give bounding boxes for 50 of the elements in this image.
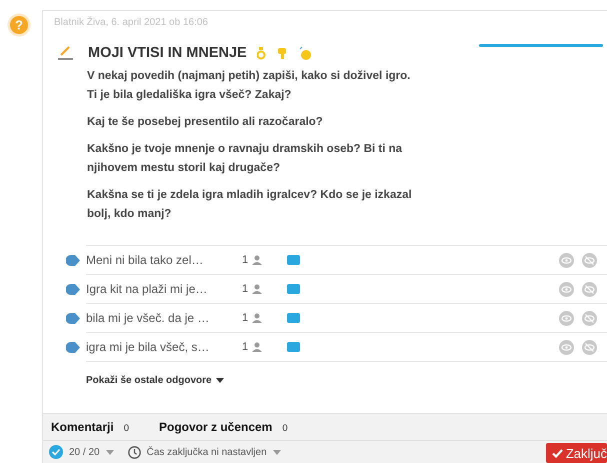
answer-text[interactable]: Igra kit na plaži mi je… — [86, 282, 226, 296]
tag-icon — [66, 342, 80, 352]
help-icon: ? — [7, 13, 31, 37]
user-icon — [252, 342, 262, 352]
eye-icon[interactable] — [559, 252, 574, 268]
answer-count: 1 — [242, 283, 248, 295]
post-title: MOJI VTISI IN MNENJE — [88, 45, 247, 61]
caret-icon[interactable] — [106, 450, 114, 454]
caret-icon[interactable] — [272, 450, 281, 454]
answer-text[interactable]: Meni ni bila tako zel… — [86, 253, 226, 267]
question-text: V nekaj povedih (najmanj petih) zapiši, kako si doživel igro. Ti je bila gledališka igra všeč? Zakaj? — [87, 69, 412, 103]
check-icon — [552, 448, 563, 458]
pencil-icon — [58, 46, 74, 60]
tag-icon — [66, 254, 80, 266]
post-meta: Blatnik Živa, 6. april 2021 ob 16:06 — [53, 15, 209, 30]
answer-text[interactable]: igra mi je bila všeč, s… — [86, 340, 226, 354]
answer-count: 1 — [242, 341, 248, 353]
clock-icon — [128, 446, 141, 458]
tab-count: 0 — [282, 422, 288, 434]
eye-icon[interactable] — [559, 340, 574, 354]
tab[interactable]: Pogovor z učencem — [158, 420, 272, 434]
deadline-label: Čas zaključka ni nastavljen — [146, 446, 267, 458]
comment-icon[interactable] — [287, 284, 300, 294]
comment-icon[interactable] — [287, 255, 300, 265]
question-text: Kakšna se ti je zdela igra mladih igralcev? Kdo se je izkazal bolj, kdo manj? — [87, 188, 413, 222]
comment-icon[interactable] — [287, 342, 300, 352]
tab[interactable]: Komentarji — [51, 420, 114, 434]
answer-text[interactable]: bila mi je všeč. da je … — [86, 311, 226, 325]
answer-count: 1 — [242, 312, 248, 324]
tab-count: 0 — [124, 422, 129, 434]
user-icon — [252, 284, 262, 294]
hidden-eye-icon[interactable] — [582, 252, 597, 268]
eye-icon[interactable] — [559, 282, 574, 296]
check-circle-icon — [49, 445, 63, 459]
user-icon — [252, 313, 262, 323]
comment-icon[interactable] — [287, 313, 300, 323]
question-text: Kaj te še posebej presentilo ali razočaralo? — [87, 115, 324, 130]
hidden-eye-icon[interactable] — [582, 310, 597, 326]
hidden-eye-icon[interactable] — [582, 282, 597, 296]
caret-icon — [216, 378, 224, 382]
user-icon — [252, 255, 262, 265]
progress-count: 20 / 20 — [69, 446, 100, 458]
tag-icon — [66, 284, 80, 294]
answer-count: 1 — [242, 254, 248, 266]
hidden-eye-icon[interactable] — [582, 340, 597, 354]
eye-icon[interactable] — [559, 310, 574, 326]
tag-icon — [66, 312, 80, 324]
show-more-link[interactable]: Pokaži še ostale odgovore — [86, 362, 224, 388]
close-button[interactable]: Zaključ — [546, 443, 607, 463]
question-text: Kakšno je tvoje mnenje o ravnaju dramskih oseb? Bi ti na njihovem mestu storil kaj drugače? — [87, 142, 404, 176]
